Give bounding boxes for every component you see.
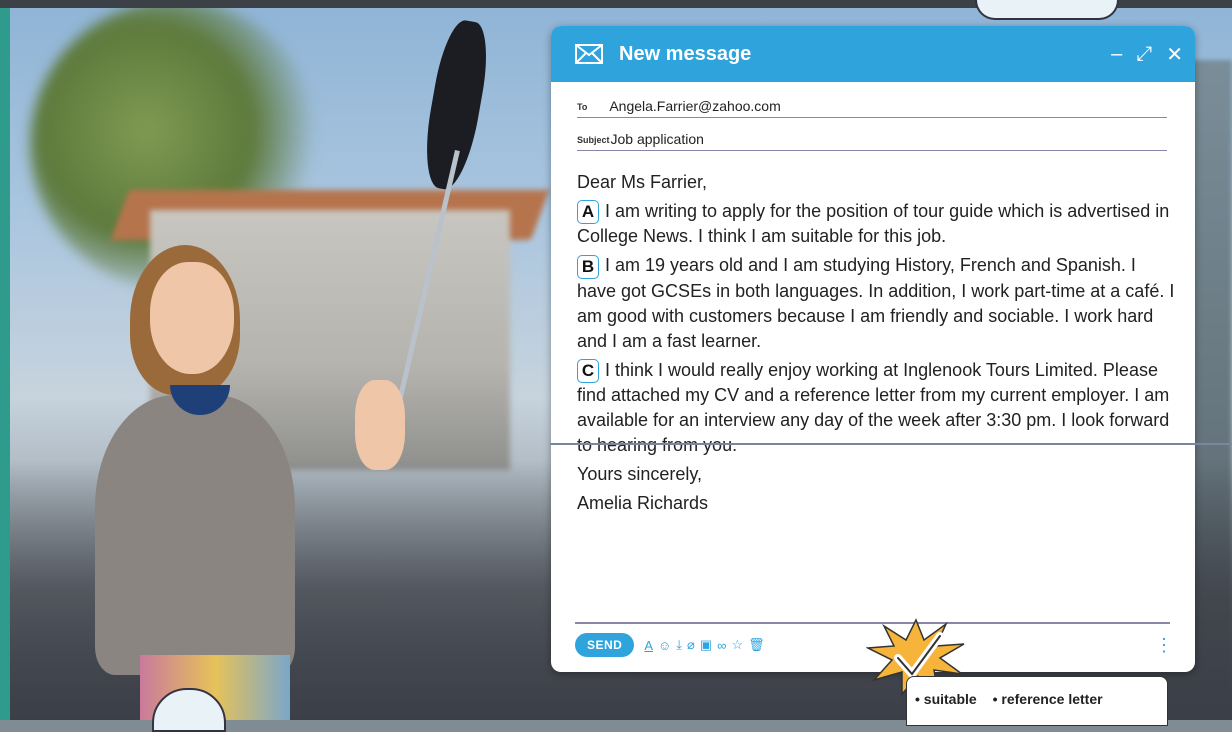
send-button[interactable]: SEND [575, 633, 635, 657]
envelope-icon [575, 44, 603, 64]
email-compose-window: New message – ⤢ ✕ To Angela.Farrier@zaho… [551, 26, 1195, 672]
to-label: To [577, 102, 588, 112]
paragraph-text: I think I would really enjoy working at … [577, 359, 1170, 455]
paragraph-a: AI am writing to apply for the position … [577, 199, 1177, 249]
paragraph-text: I am 19 years old and I am studying Hist… [577, 255, 1175, 351]
to-field[interactable]: To Angela.Farrier@zahoo.com [577, 92, 1167, 118]
attach-icon[interactable]: ⌀ [687, 637, 695, 653]
window-title: New message [619, 42, 752, 65]
text-format-icon[interactable]: A [644, 638, 653, 653]
speech-bubble-top [975, 0, 1119, 20]
expand-button[interactable]: ⤢ [1136, 43, 1152, 66]
page-divider [550, 443, 1232, 445]
key-words-note: • suitable • reference letter [906, 676, 1168, 726]
greeting: Dear Ms Farrier, [577, 172, 708, 192]
image-icon[interactable]: ▣ [700, 637, 712, 653]
paragraph-label: A [577, 200, 599, 225]
emoji-icon[interactable]: ☺ [658, 638, 671, 653]
minimize-button[interactable]: – [1111, 43, 1122, 66]
paragraph-b: BI am 19 years old and I am studying His… [577, 253, 1177, 353]
subject-field[interactable]: Subject Job application [577, 125, 1167, 151]
link-icon[interactable]: ∞ [717, 638, 726, 653]
star-icon[interactable]: ☆ [731, 637, 743, 653]
girl-body [95, 395, 295, 675]
subject-label: Subject [577, 135, 610, 145]
girl-arm [355, 380, 405, 470]
paragraph-text: I am writing to apply for the position o… [577, 201, 1170, 247]
subject-value[interactable]: Job application [611, 131, 704, 147]
girl-face [150, 262, 234, 374]
note-item: • suitable [915, 691, 977, 707]
paragraph-label: C [577, 358, 599, 383]
to-value[interactable]: Angela.Farrier@zahoo.com [609, 98, 780, 114]
message-body[interactable]: Dear Ms Farrier, AI am writing to apply … [577, 170, 1177, 520]
signature: Amelia Richards [577, 492, 709, 513]
trash-icon[interactable]: 🗑 [748, 637, 765, 653]
paragraph-label: B [577, 254, 599, 279]
close-button[interactable]: ✕ [1166, 42, 1183, 67]
more-options-icon[interactable]: ⋮ [1155, 635, 1173, 656]
left-strip [0, 0, 10, 720]
email-header: New message – ⤢ ✕ [551, 26, 1195, 82]
note-item: • reference letter [992, 691, 1103, 707]
insert-file-icon[interactable]: ⤓ [676, 637, 682, 653]
closing: Yours sincerely, [577, 463, 703, 484]
